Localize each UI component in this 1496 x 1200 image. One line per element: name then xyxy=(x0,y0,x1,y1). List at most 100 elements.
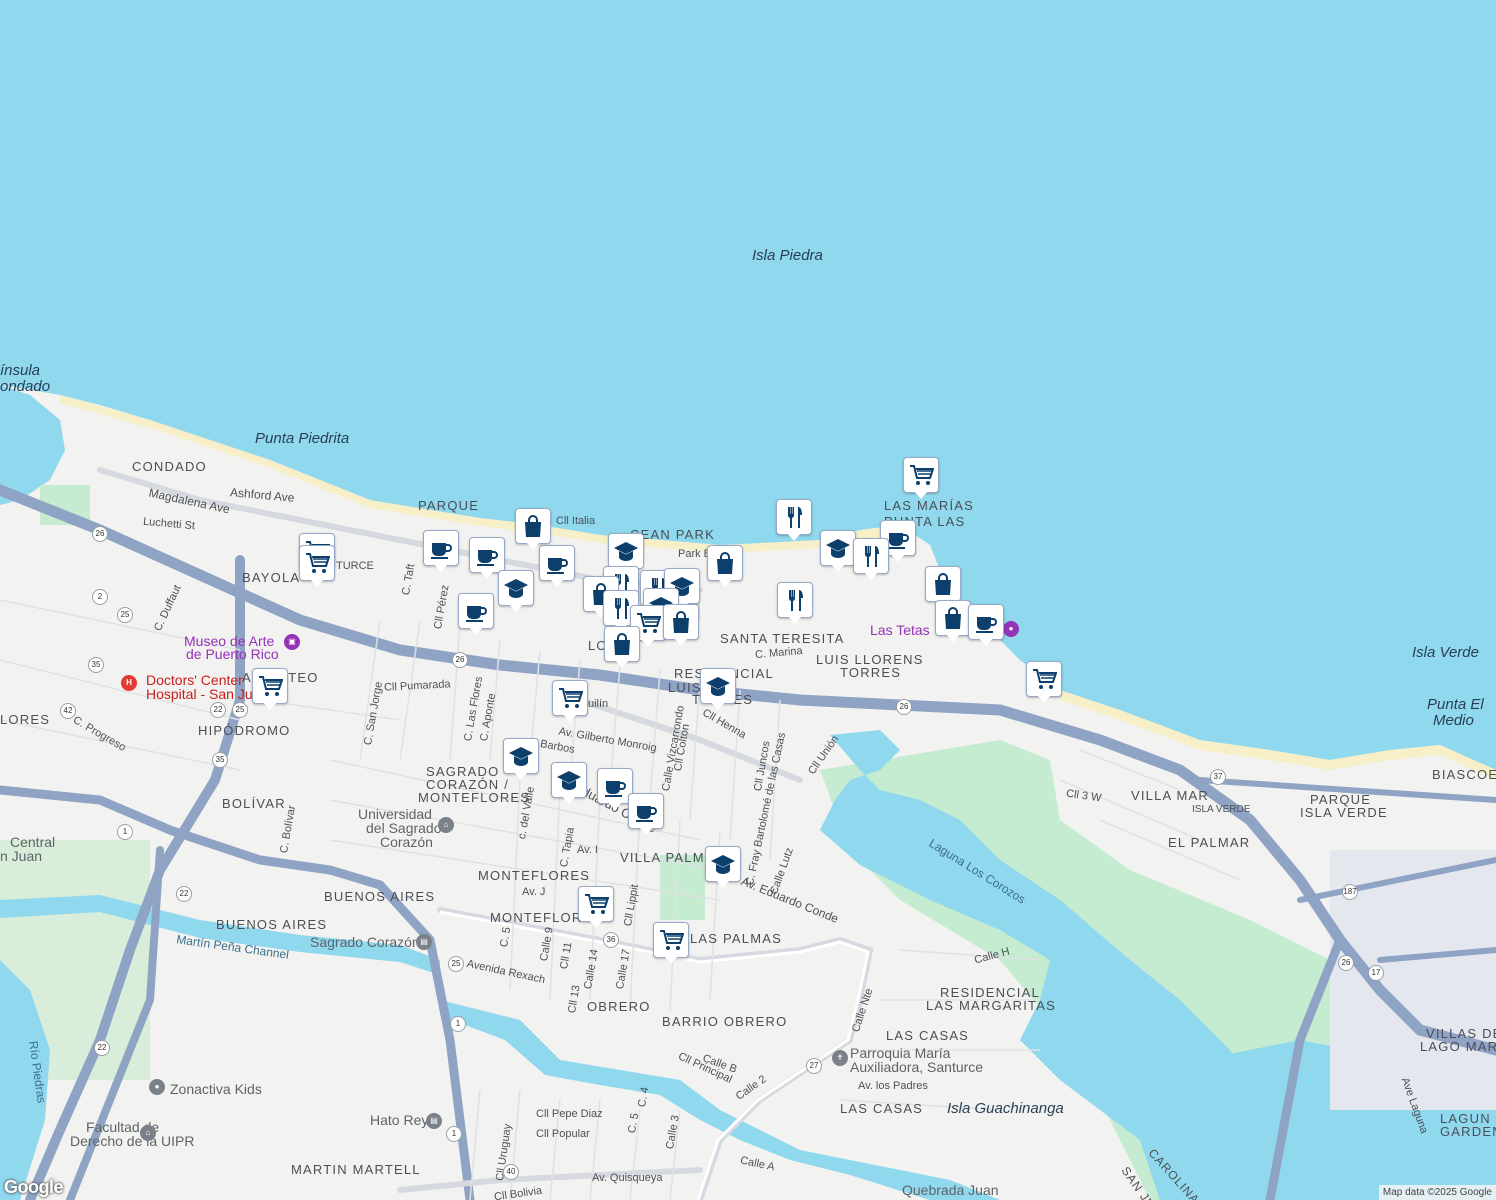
label-peninsula-2: ondado xyxy=(0,378,51,395)
map-marker-shopping[interactable] xyxy=(604,626,640,670)
route-shield-35b: 35 xyxy=(212,752,228,768)
map-marker-school[interactable] xyxy=(498,570,534,614)
marker-pointer xyxy=(639,827,653,835)
marker-pointer xyxy=(514,772,528,780)
route-shield-1b: 1 xyxy=(450,1016,466,1032)
marker-pointer xyxy=(914,491,928,499)
label-parroquia-2[interactable]: Auxiliadora, Santurce xyxy=(850,1059,983,1075)
label-facultad-2[interactable]: Derecho de la UIPR xyxy=(70,1133,195,1149)
label-lores: LORES xyxy=(0,712,51,727)
marker-pointer xyxy=(589,920,603,928)
label-buenos-aires-1: BUENOS AIRES xyxy=(324,889,436,904)
label-obrero: OBRERO xyxy=(587,999,651,1014)
school-place-icon[interactable]: ⌂ xyxy=(140,1125,156,1141)
landmark-icon[interactable]: ● xyxy=(1003,621,1019,637)
shopping-bag-icon xyxy=(707,545,743,581)
route-shield-36: 36 xyxy=(603,932,619,948)
marker-pointer xyxy=(1037,695,1051,703)
map-marker-grocery[interactable] xyxy=(252,668,288,712)
label-hipodromo: HIPÓDROMO xyxy=(198,723,291,738)
map-marker-shopping[interactable] xyxy=(663,604,699,648)
map-marker-cafe[interactable] xyxy=(628,793,664,837)
train-station-icon-2[interactable]: ▤ xyxy=(426,1113,442,1129)
map-marker-shopping[interactable] xyxy=(935,600,971,644)
fork-knife-icon xyxy=(853,538,889,574)
graduation-cap-icon xyxy=(820,530,856,566)
train-station-icon[interactable]: ▤ xyxy=(416,934,432,950)
shopping-bag-icon xyxy=(663,604,699,640)
shopping-bag-icon xyxy=(925,566,961,602)
label-museo-arte-2[interactable]: de Puerto Rico xyxy=(186,646,279,662)
label-cll-italia: Cll Italia xyxy=(556,515,596,527)
route-shield-1: 1 xyxy=(117,824,133,840)
map-marker-grocery[interactable] xyxy=(1026,661,1062,705)
label-isla-guachinanga: Isla Guachinanga xyxy=(947,1100,1064,1117)
label-doctors-hospital[interactable]: Hospital - San Ju xyxy=(146,686,253,702)
map-marker-cafe[interactable] xyxy=(423,530,459,574)
route-shield-26b: 26 xyxy=(452,652,468,668)
marker-pointer xyxy=(891,554,905,562)
map-marker-school[interactable] xyxy=(705,846,741,890)
label-zonactiva[interactable]: Zonactiva Kids xyxy=(170,1081,262,1097)
map-marker-grocery[interactable] xyxy=(653,922,689,966)
map-marker-school[interactable] xyxy=(700,668,736,712)
map-marker-cafe[interactable] xyxy=(458,593,494,637)
marker-pointer xyxy=(788,616,802,624)
map-attribution[interactable]: Map data ©2025 Google xyxy=(1378,1185,1496,1200)
map-marker-cafe[interactable] xyxy=(539,545,575,589)
label-las-palmas: LAS PALMAS xyxy=(690,931,782,946)
church-icon[interactable]: ✝ xyxy=(832,1050,848,1066)
marker-pointer xyxy=(550,579,564,587)
label-monteflores: MONTEFLORES xyxy=(478,868,591,883)
coffee-cup-icon xyxy=(628,793,664,829)
label-las-tetas[interactable]: Las Tetas xyxy=(870,622,930,638)
label-isla-verde: Isla Verde xyxy=(1412,644,1479,661)
label-sagrado-station[interactable]: Sagrado Corazón xyxy=(310,934,420,950)
marker-pointer xyxy=(716,880,730,888)
label-bayola: BAYOLA xyxy=(242,570,301,585)
marker-pointer xyxy=(946,634,960,642)
map-marker-grocery[interactable] xyxy=(552,680,588,724)
label-hato-rey[interactable]: Hato Rey xyxy=(370,1112,428,1128)
label-quebrada-juan: Quebrada Juan xyxy=(902,1182,999,1198)
map-marker-grocery[interactable] xyxy=(578,886,614,930)
marker-pointer xyxy=(641,639,655,647)
map-marker-grocery[interactable] xyxy=(299,545,335,589)
graduation-cap-icon xyxy=(551,762,587,798)
university-icon[interactable]: ⌂ xyxy=(438,817,454,833)
marker-pointer xyxy=(615,660,629,668)
map-marker-shopping[interactable] xyxy=(707,545,743,589)
label-universidad-3[interactable]: Corazón xyxy=(380,834,433,850)
map-marker-school[interactable] xyxy=(503,738,539,782)
shopping-cart-icon xyxy=(653,922,689,958)
museum-icon[interactable]: ▣ xyxy=(284,634,300,650)
shopping-bag-icon xyxy=(515,508,551,544)
route-shield-187: 187 xyxy=(1342,884,1358,900)
marker-pointer xyxy=(563,714,577,722)
coffee-cup-icon xyxy=(539,545,575,581)
route-shield-27: 27 xyxy=(806,1058,822,1074)
map-marker-restaurant[interactable] xyxy=(853,538,889,582)
marker-pointer xyxy=(509,604,523,612)
hospital-icon[interactable]: H xyxy=(121,675,137,691)
label-martin-martell: MARTIN MARTELL xyxy=(291,1162,421,1177)
map-canvas[interactable]: Isla Piedra Punta Piedrita Isla Verde Pu… xyxy=(0,0,1496,1200)
map-marker-grocery[interactable] xyxy=(903,457,939,501)
place-icon[interactable]: ● xyxy=(149,1079,165,1095)
graduation-cap-icon xyxy=(705,846,741,882)
marker-pointer xyxy=(674,638,688,646)
map-marker-school[interactable] xyxy=(551,762,587,806)
marker-pointer xyxy=(664,956,678,964)
label-central-2[interactable]: n Juan xyxy=(0,848,42,864)
map-marker-restaurant[interactable] xyxy=(777,582,813,626)
shopping-bag-icon xyxy=(935,600,971,636)
map-marker-school[interactable] xyxy=(820,530,856,574)
shopping-cart-icon xyxy=(299,545,335,581)
map-marker-restaurant[interactable] xyxy=(776,499,812,543)
label-monteflores-2: MONTEFLOR xyxy=(490,910,583,925)
route-shield-17: 17 xyxy=(1368,965,1384,981)
map-marker-cafe[interactable] xyxy=(968,604,1004,648)
marker-pointer xyxy=(562,796,576,804)
label-punta-piedrita: Punta Piedrita xyxy=(255,430,350,447)
label-biascoechea: BIASCOE xyxy=(1432,767,1496,782)
